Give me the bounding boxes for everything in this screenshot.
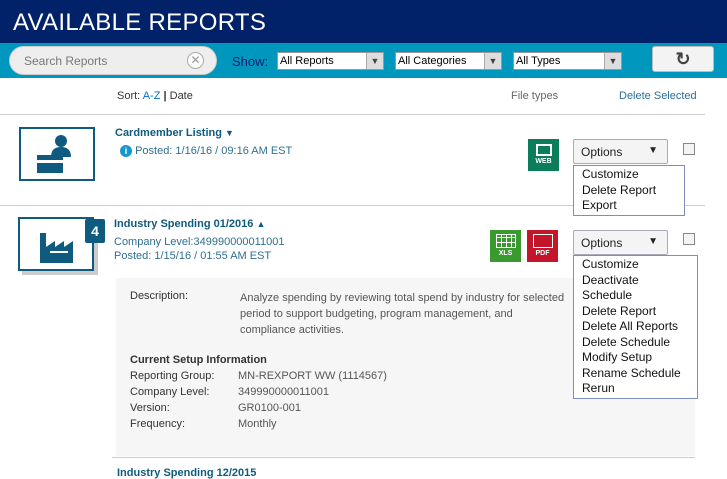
field-label: Frequency: bbox=[130, 418, 186, 430]
sort-controls: Sort: A-Z | Date bbox=[117, 90, 193, 102]
search-input[interactable]: Search Reports ✕ bbox=[9, 46, 217, 75]
menu-item-delete-report[interactable]: Delete Report bbox=[582, 304, 689, 320]
selected-value: All Types bbox=[516, 55, 561, 67]
menu-item-rename-schedule[interactable]: Rename Schedule bbox=[582, 366, 689, 382]
cardmember-report-icon bbox=[19, 127, 95, 181]
search-placeholder: Search Reports bbox=[24, 54, 108, 68]
selected-value: All Categories bbox=[398, 55, 467, 67]
file-types-header: File types bbox=[511, 90, 559, 102]
industry-report-icon bbox=[18, 217, 94, 271]
company-level: Company Level:349990000011001 bbox=[114, 236, 285, 248]
field-label: Company Level: bbox=[130, 386, 210, 398]
menu-item-delete-report[interactable]: Delete Report bbox=[582, 183, 676, 199]
field-value: Monthly bbox=[238, 418, 277, 430]
chevron-down-icon: ▼ bbox=[484, 53, 501, 69]
field-value: 349990000011001 bbox=[238, 386, 329, 398]
chevron-down-icon: ▼ bbox=[366, 53, 383, 69]
page-title: AVAILABLE REPORTS bbox=[13, 9, 267, 36]
sort-label: Sort: bbox=[117, 90, 141, 102]
report-posted: i Posted: 1/16/16 / 09:16 AM EST bbox=[120, 145, 292, 157]
select-checkbox[interactable] bbox=[683, 233, 695, 245]
menu-item-customize[interactable]: Customize bbox=[582, 257, 689, 273]
categories-filter-select[interactable]: All Categories ▼ bbox=[395, 52, 502, 70]
xls-file-icon[interactable]: XLS bbox=[490, 230, 521, 262]
select-checkbox[interactable] bbox=[683, 143, 695, 155]
caret-down-icon: ▼ bbox=[225, 128, 234, 138]
chevron-down-icon: ▼ bbox=[604, 53, 621, 69]
description-text: Analyze spending by reviewing total spen… bbox=[240, 292, 565, 336]
options-dropdown[interactable]: Options ▼ bbox=[573, 230, 668, 255]
delete-selected-link[interactable]: Delete Selected bbox=[619, 90, 697, 102]
menu-item-customize[interactable]: Customize bbox=[582, 167, 676, 183]
chevron-down-icon: ▼ bbox=[648, 236, 658, 247]
description-label: Description: bbox=[130, 290, 189, 302]
divider bbox=[112, 457, 695, 458]
report-title[interactable]: Cardmember Listing ▼ bbox=[115, 127, 234, 139]
chevron-down-icon: ▼ bbox=[648, 145, 658, 156]
report-title[interactable]: Industry Spending 01/2016 ▲ bbox=[114, 218, 265, 230]
caret-up-icon: ▲ bbox=[256, 219, 266, 229]
reports-filter-select[interactable]: All Reports ▼ bbox=[277, 52, 384, 70]
pdf-file-icon[interactable]: PDF bbox=[527, 230, 558, 262]
menu-item-modify-setup[interactable]: Modify Setup bbox=[582, 350, 689, 366]
show-label: Show: bbox=[232, 54, 269, 69]
options-dropdown[interactable]: Options ▼ bbox=[573, 139, 668, 164]
info-icon[interactable]: i bbox=[120, 145, 132, 157]
field-label: Version: bbox=[130, 402, 170, 414]
refresh-icon: ↻ bbox=[675, 49, 691, 69]
menu-item-rerun[interactable]: Rerun bbox=[582, 381, 689, 397]
selected-value: All Reports bbox=[280, 55, 334, 67]
menu-item-delete-all-reports[interactable]: Delete All Reports bbox=[582, 319, 689, 335]
options-menu: Customize Delete Report Export bbox=[573, 165, 685, 216]
report-posted: Posted: 1/15/16 / 01:55 AM EST bbox=[114, 250, 272, 262]
menu-item-deactivate-schedule[interactable]: Deactivate Schedule bbox=[582, 273, 689, 304]
report-count-badge: 4 bbox=[85, 219, 105, 243]
report-title[interactable]: Industry Spending 12/2015 bbox=[117, 467, 256, 479]
refresh-button[interactable]: ↻ bbox=[652, 46, 714, 72]
sort-az-link[interactable]: A-Z bbox=[143, 90, 161, 102]
divider bbox=[0, 114, 705, 115]
field-value: GR0100-001 bbox=[238, 402, 301, 414]
setup-title: Current Setup Information bbox=[130, 354, 267, 366]
sort-date-link[interactable]: Date bbox=[170, 90, 193, 102]
field-value: MN-REXPORT WW (1114567) bbox=[238, 370, 387, 382]
menu-item-export[interactable]: Export bbox=[582, 198, 676, 214]
field-label: Reporting Group: bbox=[130, 370, 215, 382]
web-file-icon[interactable]: WEB bbox=[528, 139, 559, 171]
sort-separator: | bbox=[163, 90, 167, 102]
clear-icon[interactable]: ✕ bbox=[187, 52, 204, 69]
menu-item-delete-schedule[interactable]: Delete Schedule bbox=[582, 335, 689, 351]
types-filter-select[interactable]: All Types ▼ bbox=[513, 52, 622, 70]
options-menu: Customize Deactivate Schedule Delete Rep… bbox=[573, 255, 698, 399]
